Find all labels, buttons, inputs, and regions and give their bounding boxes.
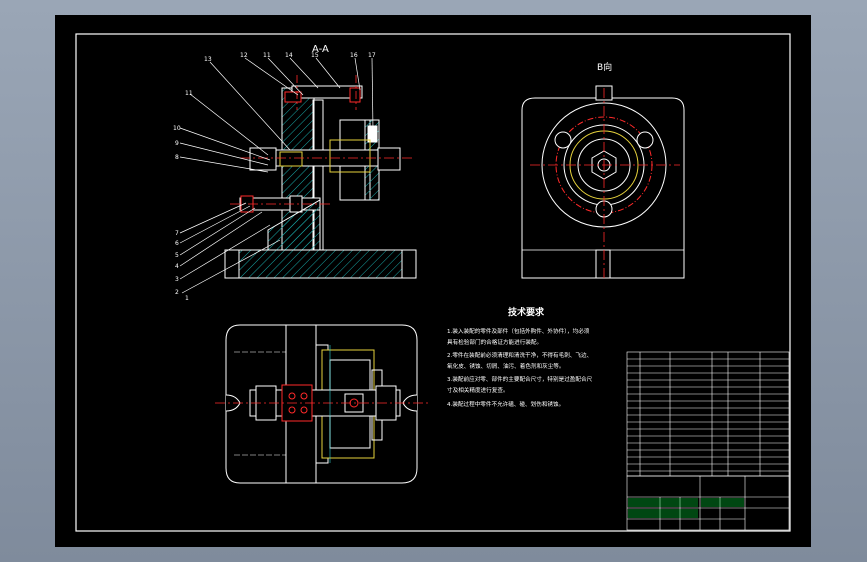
leader-label: 16 [350, 52, 358, 59]
leader-label: 14 [285, 52, 293, 59]
sheet-background [55, 15, 811, 547]
leader-label: 11 [185, 90, 193, 97]
leader-label: 12 [240, 52, 248, 59]
leader-label: 8 [175, 154, 179, 161]
tech-title: 技术要求 [508, 306, 545, 318]
tech-line: 氧化皮、锈蚀、切屑、油污、着色剂和灰尘等。 [447, 362, 564, 370]
leader-label: 13 [204, 56, 212, 63]
leader-label: 3 [175, 276, 179, 283]
leader-label: 6 [175, 240, 179, 247]
leader-label: 10 [173, 125, 181, 132]
leader-label: 4 [175, 263, 179, 270]
leader-label: 1 [185, 295, 189, 302]
leader-label: 11 [263, 52, 271, 59]
drawing-sheet: A-A 13 12 11 14 15 16 17 11 10 9 8 7 6 5… [55, 15, 811, 547]
cad-viewport: A-A 13 12 11 14 15 16 17 11 10 9 8 7 6 5… [0, 0, 867, 562]
direction-label: B向 [597, 61, 612, 73]
tech-line: 2.零件在装配前必须清理和清洗干净，不得有毛刺、飞边、 [447, 351, 592, 359]
leader-label: 17 [368, 52, 376, 59]
leader-label: 15 [311, 52, 319, 59]
leader-label: 7 [175, 230, 179, 237]
top-view [215, 324, 430, 484]
leader-label: 5 [175, 252, 179, 259]
leader-label: 9 [175, 140, 179, 147]
tech-line: 1.装入装配的零件及部件（包括外购件、外协件），均必须 [447, 327, 590, 335]
tech-line: 寸及相关精度进行复查。 [447, 386, 509, 394]
tech-line: 3.装配前应对零、部件的主要配合尺寸，特别是过盈配合尺 [447, 375, 593, 383]
tech-line: 4.装配过程中零件不允许磕、碰、划伤和锈蚀。 [447, 400, 564, 408]
tech-line: 具有检验部门的合格证方能进行装配。 [447, 338, 542, 346]
leader-label: 2 [175, 289, 179, 296]
